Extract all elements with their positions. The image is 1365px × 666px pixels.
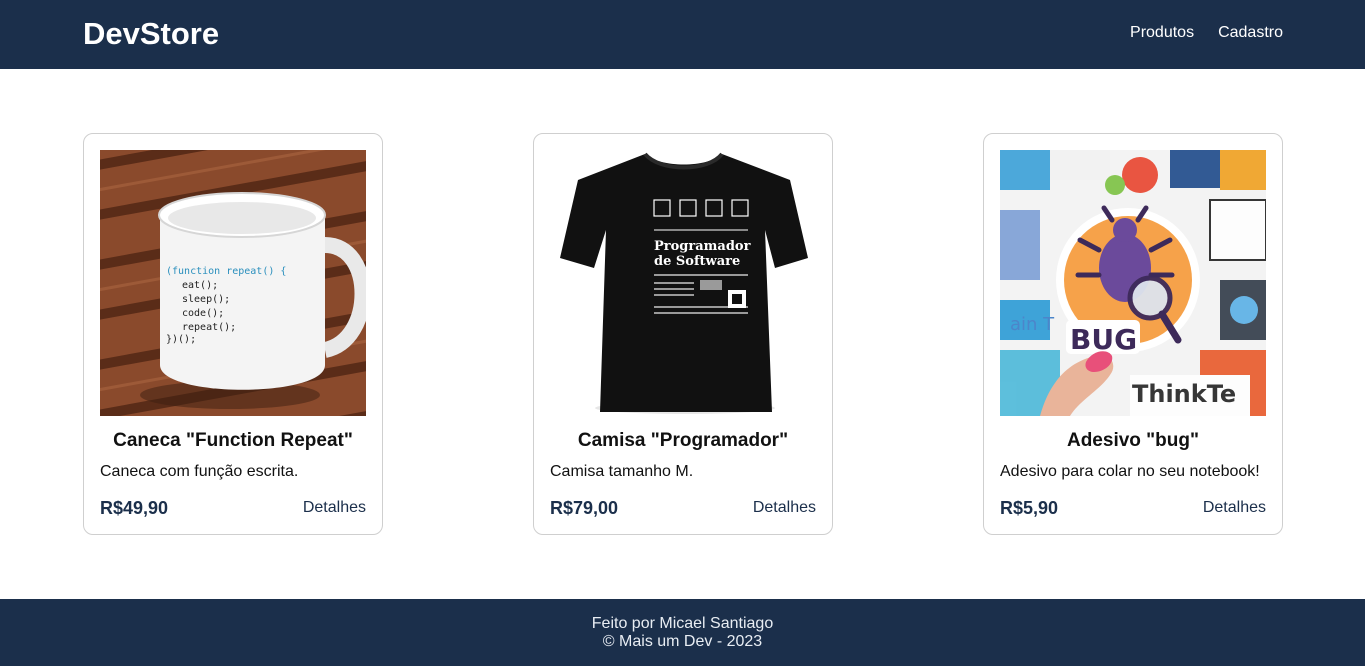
sticker-text: BUG — [1070, 323, 1137, 356]
brand-logo-link[interactable]: DevStore — [83, 16, 219, 52]
nav-link-produtos[interactable]: Produtos — [1130, 24, 1194, 42]
site-footer: Feito por Micael Santiago © Mais um Dev … — [0, 599, 1365, 666]
product-price: R$79,00 — [550, 498, 619, 518]
product-title: Caneca "Function Repeat" — [113, 430, 353, 451]
product-price: R$49,90 — [100, 498, 169, 518]
nav-link-cadastro[interactable]: Cadastro — [1218, 24, 1283, 42]
product-description: Adesivo para colar no seu notebook! — [1000, 463, 1260, 480]
details-link[interactable]: Detalhes — [753, 499, 816, 517]
tshirt-image[interactable]: Programador de Software — [550, 150, 816, 416]
main-nav: Produtos Cadastro — [1130, 24, 1283, 42]
footer-credit: Feito por Micael Santiago — [591, 615, 774, 632]
product-card: (function repeat() { eat(); sleep(); cod… — [83, 133, 383, 535]
mug-image[interactable]: (function repeat() { eat(); sleep(); cod… — [100, 150, 366, 416]
product-description: Camisa tamanho M. — [550, 463, 694, 480]
svg-text:ThinkTe: ThinkTe — [1132, 380, 1236, 408]
shirt-print-line: Programador — [654, 239, 751, 254]
shirt-print-line: de Software — [654, 254, 740, 269]
product-description: Caneca com função escrita. — [100, 463, 299, 480]
product-title: Camisa "Programador" — [577, 430, 789, 451]
mug-code-line: (function repeat() { — [166, 266, 286, 277]
product-card: ThinkTe ain T BUG Adesivo "bug" Adesivo … — [983, 133, 1283, 535]
mug-code-line: code(); — [182, 308, 224, 319]
mug-code-line: sleep(); — [182, 294, 230, 305]
mug-code-line: eat(); — [182, 280, 218, 291]
svg-text:ain T: ain T — [1010, 314, 1055, 335]
mug-code-line: repeat(); — [182, 322, 236, 333]
details-link[interactable]: Detalhes — [303, 499, 366, 517]
mug-code-line: })(); — [166, 334, 196, 345]
footer-copyright: © Mais um Dev - 2023 — [602, 633, 763, 650]
site-header: DevStore Produtos Cadastro — [0, 0, 1365, 69]
product-title: Adesivo "bug" — [1066, 430, 1200, 451]
product-card: Programador de Software Camisa "Programa… — [533, 133, 833, 535]
details-link[interactable]: Detalhes — [1203, 499, 1266, 517]
product-price: R$5,90 — [1000, 498, 1059, 518]
sticker-image[interactable]: ThinkTe ain T BUG — [1000, 150, 1266, 416]
